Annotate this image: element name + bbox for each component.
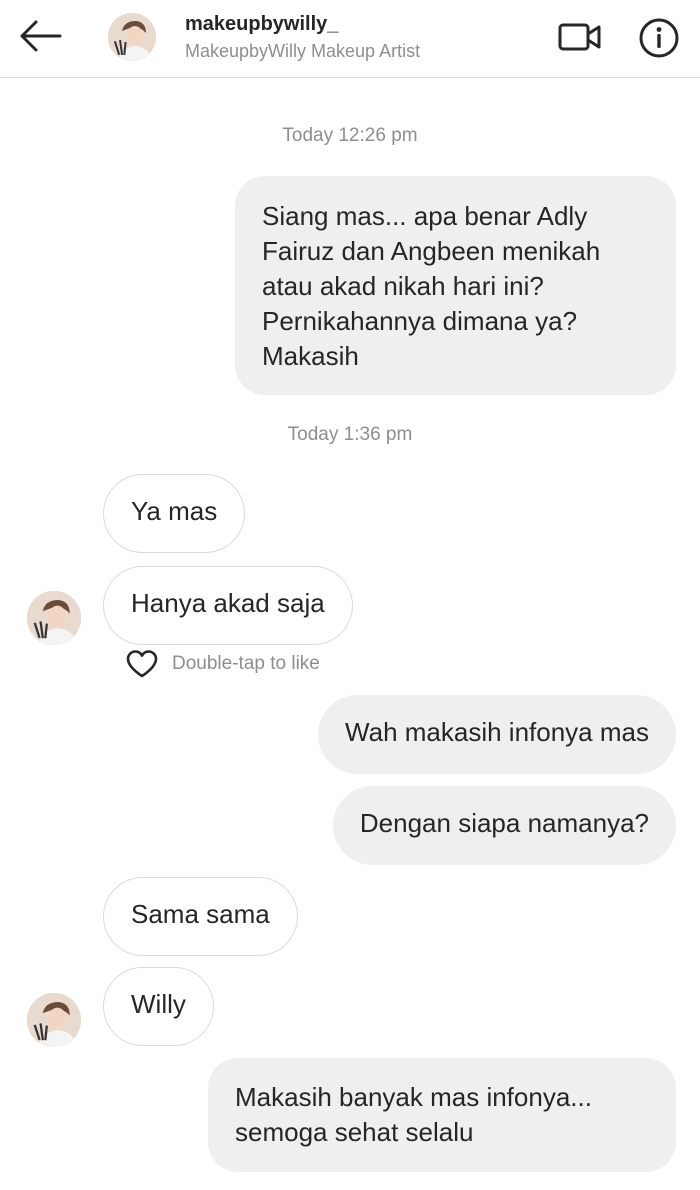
- message-received[interactable]: Ya mas: [103, 474, 246, 553]
- timestamp: Today 12:26 pm: [282, 125, 418, 146]
- contact-username: makeupbywilly_: [185, 13, 339, 35]
- message-sent[interactable]: Siang mas... apa benar Adly Fairuz dan A…: [235, 176, 676, 395]
- video-call-button[interactable]: [557, 19, 603, 57]
- chat-header: makeupbywilly_ MakeupbyWilly Makeup Arti…: [0, 0, 700, 78]
- timestamp: Today 1:36 pm: [287, 424, 413, 445]
- message-sent[interactable]: Wah makasih infonya mas: [318, 695, 676, 774]
- info-icon: [639, 18, 679, 58]
- sender-avatar[interactable]: [27, 993, 81, 1047]
- contact-avatar[interactable]: [108, 13, 156, 61]
- contact-subtitle: MakeupbyWilly Makeup Artist: [185, 41, 421, 61]
- message-sent[interactable]: Dengan siapa namanya?: [332, 786, 676, 865]
- message-sent[interactable]: Makasih banyak mas infonya... semoga seh…: [208, 1058, 676, 1172]
- message-received[interactable]: Hanya akad saja: [103, 566, 353, 645]
- message-received[interactable]: Willy: [103, 967, 214, 1046]
- like-hint-label: Double-tap to like: [172, 653, 320, 674]
- back-button[interactable]: [16, 16, 64, 56]
- heart-icon: [126, 650, 158, 678]
- message-received[interactable]: Sama sama: [103, 877, 298, 956]
- video-call-icon: [558, 23, 601, 51]
- info-button[interactable]: [638, 17, 680, 59]
- contact-title[interactable]: makeupbywilly_ MakeupbyWilly Makeup Arti…: [185, 12, 420, 64]
- arrow-left-icon: [20, 20, 62, 52]
- like-hint[interactable]: Double-tap to like: [125, 648, 320, 680]
- sender-avatar[interactable]: [27, 591, 81, 645]
